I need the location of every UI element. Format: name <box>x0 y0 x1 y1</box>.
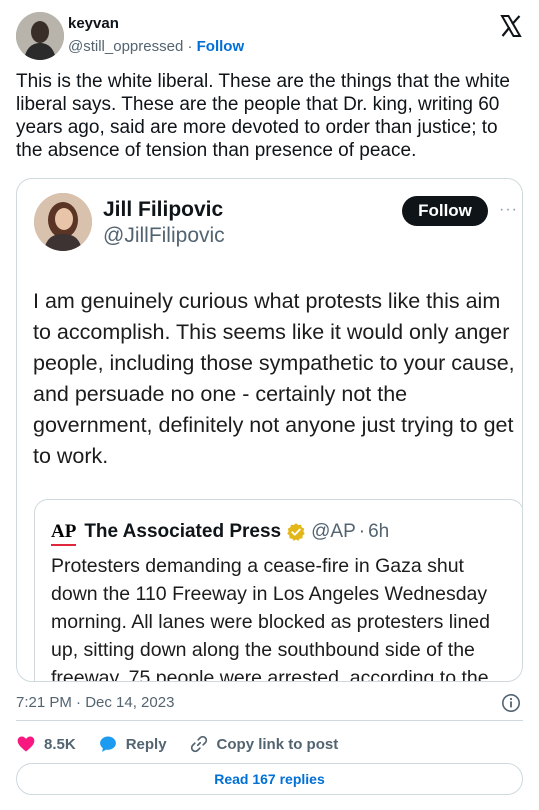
author-handle[interactable]: @still_oppressed <box>68 38 183 55</box>
verified-badge-icon <box>287 523 305 541</box>
copy-link-label: Copy link to post <box>216 735 339 753</box>
author-block: keyvan @still_oppressed · Follow <box>68 14 244 57</box>
separator: · <box>187 38 193 55</box>
tweet-media-screenshot[interactable]: Jill Filipovic @JillFilipovic Follow ···… <box>16 178 523 682</box>
link-icon <box>190 735 207 753</box>
copy-link-button[interactable]: Copy link to post <box>189 734 339 754</box>
reply-bubble-icon <box>99 736 116 752</box>
inner-avatar <box>34 193 92 251</box>
quoted-author-name: The Associated Press <box>84 521 282 542</box>
like-count: 8.5K <box>44 735 76 753</box>
tweet-header: keyvan @still_oppressed · Follow <box>16 12 523 60</box>
inner-author-handle: @JillFilipovic <box>103 224 225 247</box>
avatar[interactable] <box>16 12 64 60</box>
quoted-author-handle: @AP <box>311 521 356 542</box>
more-icon: ··· <box>499 201 518 218</box>
read-replies-button[interactable]: Read 167 replies <box>16 763 523 795</box>
inner-follow-button: Follow <box>402 196 488 226</box>
quoted-separator: · <box>358 521 366 542</box>
follow-link[interactable]: Follow <box>197 38 245 55</box>
tweet-text: This is the white liberal. These are the… <box>16 71 510 161</box>
quoted-time: 6h <box>368 521 390 542</box>
action-bar: 8.5K Reply Copy link to post <box>16 733 360 755</box>
quoted-tweet: AP The Associated Press @AP · 6h Protest… <box>34 499 522 682</box>
quoted-tweet-text: Protesters demanding a cease-fire in Gaz… <box>51 555 490 682</box>
tweet-timestamp[interactable]: 7:21 PM · Dec 14, 2023 <box>16 694 174 711</box>
inner-tweet-text: I am genuinely curious what protests lik… <box>33 289 515 468</box>
quoted-tweet-header: AP The Associated Press @AP · 6h <box>51 521 390 546</box>
divider <box>16 720 523 721</box>
author-name[interactable]: keyvan <box>68 14 244 34</box>
reply-button[interactable]: Reply <box>98 734 167 754</box>
info-icon[interactable] <box>501 693 521 713</box>
author-handle-row: @still_oppressed · Follow <box>68 37 244 57</box>
like-button[interactable]: 8.5K <box>16 734 76 754</box>
reply-label: Reply <box>125 735 167 753</box>
inner-author-name: Jill Filipovic <box>103 198 224 221</box>
heart-icon <box>17 736 35 752</box>
ap-logo: AP <box>51 521 77 546</box>
x-logo-icon[interactable] <box>499 14 523 38</box>
